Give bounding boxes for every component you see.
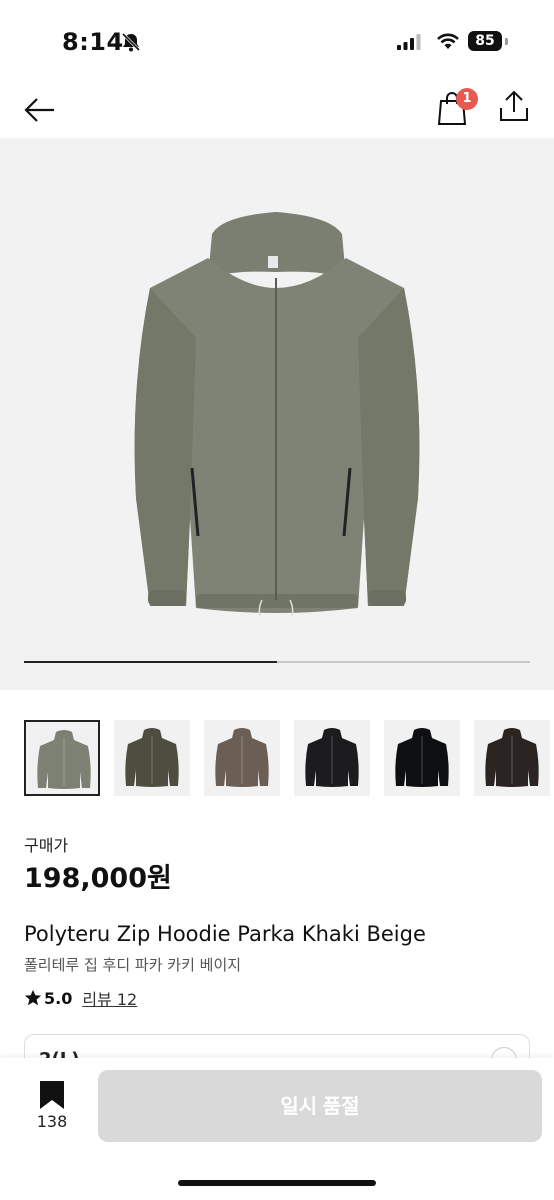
- rating-row: 5.0 리뷰 12: [24, 986, 137, 1010]
- star-icon: [24, 989, 42, 1006]
- gallery-progress-fill: [24, 661, 277, 663]
- thumbnail-image: [215, 728, 269, 787]
- sold-out-button[interactable]: 일시 품절: [98, 1070, 542, 1142]
- thumbnail-image: [37, 730, 91, 789]
- review-link[interactable]: 리뷰 12: [82, 986, 137, 1010]
- thumbnail-1[interactable]: [24, 720, 100, 796]
- price-value: 198,000원: [24, 863, 172, 894]
- rating-value: 5.0: [44, 988, 73, 1008]
- product-name-ko: 폴리테루 집 후디 파카 카키 베이지: [24, 956, 242, 974]
- battery-icon: 85: [468, 31, 508, 51]
- thumbnail-strip: [0, 718, 554, 800]
- nav-bar: 1: [0, 84, 554, 136]
- thumbnail-image: [125, 728, 179, 787]
- product-image-gallery[interactable]: [0, 138, 554, 690]
- product-image: [134, 212, 420, 617]
- share-icon[interactable]: [496, 88, 532, 124]
- thumbnail-image: [485, 728, 539, 787]
- thumbnail-2[interactable]: [114, 720, 190, 796]
- price-label: 구매가: [24, 836, 69, 855]
- status-bar: 8:14 85: [0, 0, 554, 84]
- home-indicator: [178, 1180, 376, 1186]
- thumbnail-image: [395, 728, 449, 787]
- battery-level: 85: [468, 31, 502, 51]
- shopping-bag-button[interactable]: 1: [436, 88, 478, 128]
- bookmark-icon: [40, 1081, 64, 1109]
- gallery-progress-track: [24, 661, 530, 663]
- back-arrow-icon[interactable]: [22, 92, 58, 128]
- bell-off-icon: [121, 32, 141, 52]
- thumbnail-5[interactable]: [384, 720, 460, 796]
- bottom-action-bar: 138 일시 품절: [0, 1058, 554, 1200]
- bookmark-count: 138: [36, 1112, 68, 1131]
- wifi-icon: [437, 33, 459, 49]
- thumbnail-6[interactable]: [474, 720, 550, 796]
- status-time: 8:14: [62, 28, 124, 56]
- thumbnail-3[interactable]: [204, 720, 280, 796]
- thumbnail-4[interactable]: [294, 720, 370, 796]
- product-name-en: Polyteru Zip Hoodie Parka Khaki Beige: [24, 922, 426, 946]
- signal-icon: [397, 34, 421, 50]
- bookmark-button[interactable]: 138: [22, 1080, 82, 1140]
- cart-count-badge: 1: [456, 88, 478, 110]
- thumbnail-image: [305, 728, 359, 787]
